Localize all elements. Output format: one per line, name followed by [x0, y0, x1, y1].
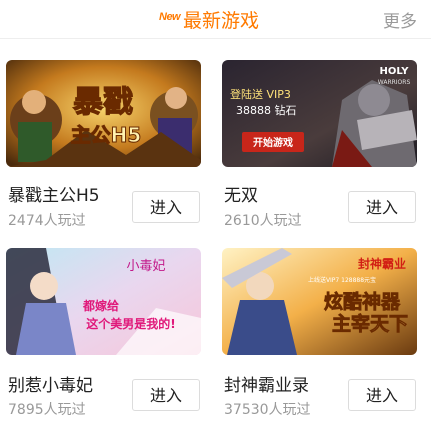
thumb-promo-2: 38888 钻石 — [236, 103, 297, 117]
game-thumbnail[interactable]: 小毒妃 都嫁给 这个美男是我的! — [6, 248, 201, 355]
thumb-logo-4: 封神霸业 — [358, 256, 406, 271]
game-thumbnail[interactable]: 暴戳 主公H5 — [6, 60, 201, 167]
thumb-line-1: 都嫁给 — [82, 298, 119, 313]
more-link[interactable]: 更多 — [383, 7, 417, 32]
game-players: 37530人玩过 — [224, 402, 311, 418]
game-thumbnail[interactable]: 登陆送 VIP3 38888 钻石 开始游戏 HOLY WARRIORS — [222, 60, 417, 167]
game-name: 无双 — [224, 186, 258, 206]
thumb-title-1: 暴戳 — [73, 85, 133, 120]
enter-button[interactable]: 进入 — [132, 379, 200, 411]
enter-button[interactable]: 进入 — [348, 379, 416, 411]
thumb-logo-1: HOLY — [380, 66, 410, 77]
thumb-subtitle-4: 主宰天下 — [332, 312, 408, 335]
thumb-title-4: 炫酷神器 — [324, 290, 401, 313]
game-name: 封神霸业录 — [224, 376, 309, 396]
enter-button[interactable]: 进入 — [132, 191, 200, 223]
game-name: 别惹小毒妃 — [8, 376, 93, 396]
enter-button[interactable]: 进入 — [348, 191, 416, 223]
game-name: 暴戳主公H5 — [8, 186, 100, 206]
section-header: New 最新游戏 更多 — [0, 0, 431, 38]
thumb-promo-4: 上线送VIP7 128888元宝 — [308, 276, 376, 284]
section-title: 最新游戏 — [183, 10, 260, 32]
thumb-start-button: 开始游戏 — [253, 136, 293, 149]
game-players: 7895人玩过 — [8, 402, 86, 418]
new-badge: New — [159, 11, 181, 23]
thumb-line-2: 这个美男是我的! — [86, 316, 175, 331]
thumb-title-3: 小毒妃 — [126, 259, 165, 274]
thumb-logo-2: WARRIORS — [378, 79, 411, 86]
game-thumbnail[interactable]: 封神霸业 上线送VIP7 128888元宝 炫酷神器 主宰天下 — [222, 248, 417, 355]
header-divider — [0, 38, 431, 39]
game-players: 2474人玩过 — [8, 213, 86, 229]
thumb-promo-1: 登陆送 VIP3 — [230, 87, 291, 101]
game-players: 2610人玩过 — [224, 213, 302, 229]
thumb-subtitle-1: 主公H5 — [71, 123, 142, 147]
